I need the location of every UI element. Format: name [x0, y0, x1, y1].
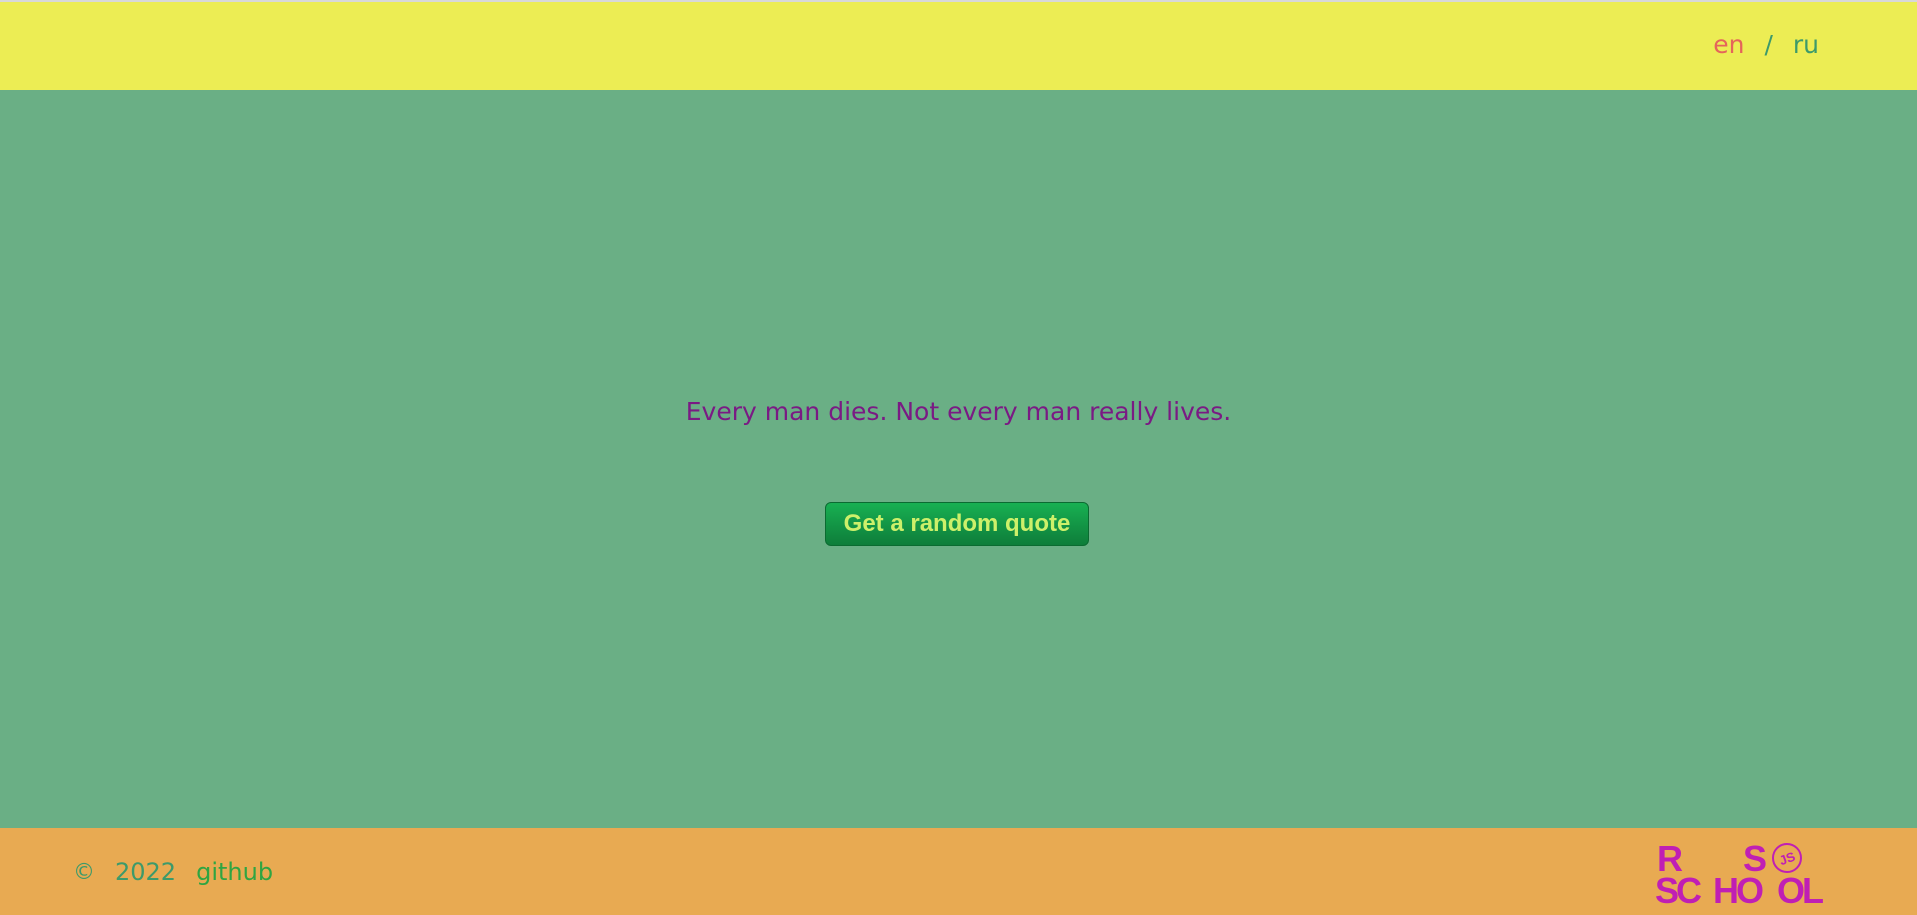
footer-info: © 2022 github — [73, 858, 273, 886]
header: en / ru — [0, 2, 1917, 90]
language-switcher: en / ru — [1713, 30, 1819, 59]
lang-ru-link[interactable]: ru — [1793, 30, 1819, 59]
lang-separator: / — [1764, 30, 1773, 59]
page: en / ru Every man dies. Not every man re… — [0, 0, 1917, 915]
quote-text: Every man dies. Not every man really liv… — [685, 397, 1232, 426]
svg-text:SC: SC — [1655, 870, 1702, 908]
copyright-icon: © — [73, 859, 95, 885]
lang-en-link[interactable]: en — [1713, 30, 1744, 59]
svg-text:JS: JS — [1777, 849, 1797, 869]
svg-text:HO: HO — [1713, 870, 1763, 908]
svg-text:OL: OL — [1777, 870, 1823, 908]
footer: © 2022 github R S SC HO OL JS — [0, 828, 1917, 915]
github-link[interactable]: github — [196, 858, 273, 886]
random-quote-button[interactable]: Get a random quote — [825, 502, 1089, 546]
main-content: Every man dies. Not every man really liv… — [0, 90, 1917, 828]
footer-year: 2022 — [115, 858, 177, 886]
rs-school-js-logo[interactable]: R S SC HO OL JS — [1655, 838, 1835, 911]
